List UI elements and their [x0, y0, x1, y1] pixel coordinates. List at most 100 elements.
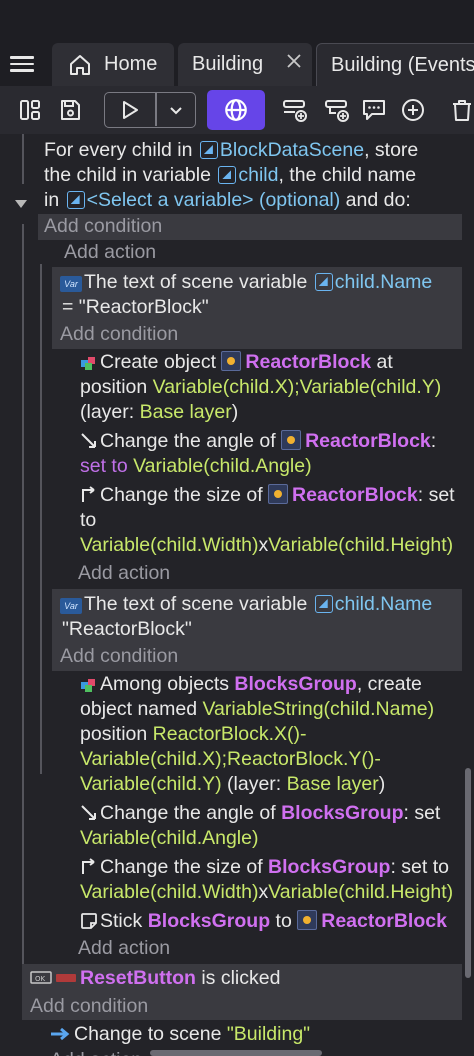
reset-action-change-scene[interactable]: Change to scene "Building" — [50, 1022, 310, 1047]
text: x — [258, 534, 269, 556]
sub2-action-stick[interactable]: Stick BlocksGroup to ReactorBlock — [80, 909, 447, 934]
sub1-action-angle[interactable]: Change the angle of ReactorBlock: — [80, 429, 436, 454]
text: Stick — [100, 910, 148, 932]
tab-building[interactable]: Building — [178, 43, 312, 86]
add-condition-button[interactable]: Add condition — [60, 322, 178, 347]
preview-button-group — [104, 92, 196, 128]
tab-events-label: Building (Events) — [331, 53, 474, 76]
text: Change the size of — [100, 484, 269, 506]
sub2-action-angle[interactable]: Change the angle of BlocksGroup: set — [80, 801, 440, 826]
add-action-button[interactable]: Add action — [64, 240, 156, 265]
variable-name[interactable]: BlockDataScene — [220, 139, 364, 161]
sub2-condition-line-2[interactable]: "ReactorBlock" — [62, 617, 192, 642]
vertical-scrollbar[interactable] — [465, 768, 471, 978]
expression: Variable(child.Width) — [80, 534, 259, 556]
sub1-action-angle-line-2[interactable]: set to Variable(child.Angle) — [80, 454, 312, 479]
collapse-arrow-icon[interactable] — [13, 198, 29, 210]
play-icon[interactable] — [114, 94, 146, 126]
add-comment-icon[interactable] — [358, 94, 390, 126]
sub2-action-create-line-5[interactable]: Variable(child.Y) (layer: Base layer) — [80, 772, 385, 797]
sub2-action-create-line-2[interactable]: object named VariableString(child.Name) — [80, 697, 434, 722]
add-action-button[interactable]: Add action — [50, 1048, 142, 1056]
text: Change the angle of — [100, 430, 282, 452]
text: "ReactorBlock" — [62, 618, 192, 640]
sub1-condition[interactable]: Var The text of scene variable child.Name — [60, 270, 432, 295]
tab-building-events[interactable]: Building (Events) — [316, 43, 474, 86]
text: position — [80, 376, 153, 398]
scene-variable-icon — [199, 141, 218, 159]
angle-icon — [81, 805, 96, 820]
expression: Variable(child.Angle) — [133, 455, 312, 477]
object-name: BlocksGroup — [234, 673, 357, 695]
status-bar — [0, 0, 474, 40]
text: : set — [417, 484, 455, 506]
sub2-action-create-line-3[interactable]: position ReactorBlock.X()- — [80, 722, 307, 747]
sub1-action-size[interactable]: Change the size of ReactorBlock: set — [80, 483, 455, 508]
globe-icon[interactable] — [207, 90, 265, 130]
operator: set to — [80, 455, 134, 477]
add-icon[interactable] — [397, 94, 429, 126]
scene-variable-icon — [314, 595, 333, 613]
hamburger-menu-icon[interactable] — [10, 52, 42, 76]
text: = "ReactorBlock" — [62, 296, 209, 318]
add-condition-button[interactable]: Add condition — [30, 994, 148, 1019]
reset-condition[interactable]: OK ResetButton is clicked — [30, 966, 280, 991]
tab-home[interactable]: Home — [52, 43, 174, 86]
foreach-line-3[interactable]: in <Select a variable> (optional) and do… — [44, 188, 411, 213]
expression: "Building" — [226, 1023, 311, 1045]
text: x — [258, 881, 269, 903]
text: , create — [356, 673, 422, 695]
foreach-line-2[interactable]: the child in variable child, the child n… — [44, 163, 416, 188]
sub2-action-size[interactable]: Change the size of BlocksGroup: set to — [80, 855, 449, 880]
object-icon — [297, 910, 318, 930]
add-condition-button[interactable]: Add condition — [44, 214, 162, 239]
text: position — [80, 723, 153, 745]
expression: Variable(child.Height) — [268, 534, 454, 556]
sub2-action-angle-line-2[interactable]: Variable(child.Angle) — [80, 826, 258, 851]
variable-name: child.Name — [334, 593, 433, 615]
sub1-action-size-line-3[interactable]: Variable(child.Width)xVariable(child.Hei… — [80, 533, 453, 558]
text: to — [270, 910, 298, 932]
change-scene-icon — [51, 1027, 70, 1041]
text: : — [430, 430, 437, 452]
sub1-action-create[interactable]: Create object ReactorBlock at — [80, 350, 393, 375]
text: in — [44, 189, 65, 211]
expression: Variable(child.Width) — [80, 881, 259, 903]
object-name: BlocksGroup — [281, 802, 404, 824]
add-event-icon[interactable] — [279, 94, 311, 126]
sub2-action-create[interactable]: Among objects BlocksGroup, create — [80, 672, 422, 697]
add-subevent-icon[interactable] — [321, 94, 353, 126]
sub1-condition-line-2[interactable]: = "ReactorBlock" — [62, 295, 209, 320]
delete-icon[interactable] — [446, 94, 474, 126]
sub1-action-create-line-3[interactable]: (layer: Base layer) — [80, 400, 238, 425]
text: and do: — [340, 189, 411, 211]
layout-icon[interactable] — [14, 94, 46, 126]
add-condition-button[interactable]: Add condition — [60, 644, 178, 669]
text: , the child name — [278, 164, 417, 186]
object-name: ResetButton — [80, 967, 196, 989]
select-variable[interactable]: <Select a variable> (optional) — [87, 189, 341, 211]
sub1-action-size-line-2[interactable]: to — [80, 508, 96, 533]
sub2-action-create-line-4[interactable]: Variable(child.X);ReactorBlock.Y()- — [80, 747, 381, 772]
create-object-icon — [81, 357, 95, 370]
sub2-condition[interactable]: Var The text of scene variable child.Name — [60, 592, 432, 617]
sub2-action-size-line-2[interactable]: Variable(child.Width)xVariable(child.Hei… — [80, 880, 453, 905]
scene-variable-icon — [218, 166, 237, 184]
button-object-icon: OK — [30, 971, 76, 984]
resize-icon — [82, 858, 95, 874]
variable-name: child.Name — [334, 271, 433, 293]
sub1-action-create-line-2[interactable]: position Variable(child.X);Variable(chil… — [80, 375, 441, 400]
variable-name[interactable]: child — [238, 164, 278, 186]
save-icon[interactable] — [54, 94, 86, 126]
horizontal-scrollbar[interactable] — [150, 1050, 322, 1056]
chevron-down-icon[interactable] — [161, 94, 191, 126]
object-name: BlocksGroup — [147, 910, 271, 932]
text: For every child in — [44, 139, 198, 161]
add-action-button[interactable]: Add action — [78, 936, 170, 961]
close-icon[interactable] — [286, 53, 302, 69]
expression: Variable(child.X);Variable(child.Y) — [152, 376, 442, 398]
svg-text:OK: OK — [35, 975, 46, 983]
add-action-button[interactable]: Add action — [78, 561, 170, 586]
foreach-line-1[interactable]: For every child in BlockDataScene, store — [44, 138, 418, 163]
text: Among objects — [100, 673, 235, 695]
